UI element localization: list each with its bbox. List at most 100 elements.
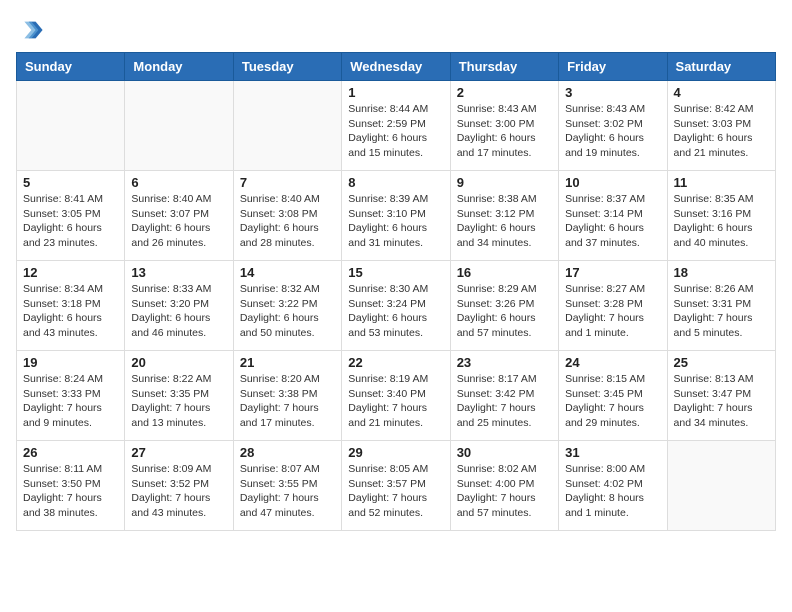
day-info: Sunrise: 8:35 AM Sunset: 3:16 PM Dayligh… bbox=[674, 192, 769, 251]
calendar-cell: 26Sunrise: 8:11 AM Sunset: 3:50 PM Dayli… bbox=[17, 441, 125, 531]
header bbox=[16, 16, 776, 44]
day-number: 16 bbox=[457, 265, 552, 280]
weekday-header-thursday: Thursday bbox=[450, 53, 558, 81]
calendar-cell: 15Sunrise: 8:30 AM Sunset: 3:24 PM Dayli… bbox=[342, 261, 450, 351]
day-number: 17 bbox=[565, 265, 660, 280]
day-number: 22 bbox=[348, 355, 443, 370]
calendar-cell: 12 Sunrise: 8:34 AM Sunset: 3:18 PM Dayli… bbox=[17, 261, 125, 351]
calendar-cell: 17 Sunrise: 8:27 AM Sunset: 3:28 PM Dayli… bbox=[559, 261, 667, 351]
day-info: Sunrise: 8:15 AM Sunset: 3:45 PM Dayligh… bbox=[565, 372, 660, 431]
calendar-cell: 30Sunrise: 8:02 AM Sunset: 4:00 PM Dayli… bbox=[450, 441, 558, 531]
week-row-1: 1 Sunrise: 8:44 AM Sunset: 2:59 PM Daylig… bbox=[17, 81, 776, 171]
day-number: 5 bbox=[23, 175, 118, 190]
day-number: 6 bbox=[131, 175, 226, 190]
calendar-cell: 10Sunrise: 8:37 AM Sunset: 3:14 PM Dayli… bbox=[559, 171, 667, 261]
day-info: Sunrise: 8:17 AM Sunset: 3:42 PM Dayligh… bbox=[457, 372, 552, 431]
day-number: 20 bbox=[131, 355, 226, 370]
calendar-cell bbox=[233, 81, 341, 171]
weekday-header-wednesday: Wednesday bbox=[342, 53, 450, 81]
day-info: Sunrise: 8:38 AM Sunset: 3:12 PM Dayligh… bbox=[457, 192, 552, 251]
day-number: 1 bbox=[348, 85, 443, 100]
day-info: Sunrise: 8:40 AM Sunset: 3:07 PM Dayligh… bbox=[131, 192, 226, 251]
day-info: Sunrise: 8:37 AM Sunset: 3:14 PM Dayligh… bbox=[565, 192, 660, 251]
calendar-cell: 16 Sunrise: 8:29 AM Sunset: 3:26 PM Dayli… bbox=[450, 261, 558, 351]
day-info: Sunrise: 8:44 AM Sunset: 2:59 PM Dayligh… bbox=[348, 102, 443, 161]
calendar-cell: 2Sunrise: 8:43 AM Sunset: 3:00 PM Daylig… bbox=[450, 81, 558, 171]
day-info: Sunrise: 8:33 AM Sunset: 3:20 PM Dayligh… bbox=[131, 282, 226, 341]
day-info: Sunrise: 8:24 AM Sunset: 3:33 PM Dayligh… bbox=[23, 372, 118, 431]
calendar-cell: 9 Sunrise: 8:38 AM Sunset: 3:12 PM Daylig… bbox=[450, 171, 558, 261]
day-number: 31 bbox=[565, 445, 660, 460]
calendar-cell: 14Sunrise: 8:32 AM Sunset: 3:22 PM Dayli… bbox=[233, 261, 341, 351]
day-number: 12 bbox=[23, 265, 118, 280]
day-info: Sunrise: 8:39 AM Sunset: 3:10 PM Dayligh… bbox=[348, 192, 443, 251]
day-info: Sunrise: 8:42 AM Sunset: 3:03 PM Dayligh… bbox=[674, 102, 769, 161]
calendar-cell: 25 Sunrise: 8:13 AM Sunset: 3:47 PM Dayli… bbox=[667, 351, 775, 441]
day-info: Sunrise: 8:20 AM Sunset: 3:38 PM Dayligh… bbox=[240, 372, 335, 431]
weekday-header-tuesday: Tuesday bbox=[233, 53, 341, 81]
calendar-table: SundayMondayTuesdayWednesdayThursdayFrid… bbox=[16, 52, 776, 531]
day-number: 27 bbox=[131, 445, 226, 460]
calendar-cell: 29Sunrise: 8:05 AM Sunset: 3:57 PM Dayli… bbox=[342, 441, 450, 531]
week-row-5: 26Sunrise: 8:11 AM Sunset: 3:50 PM Dayli… bbox=[17, 441, 776, 531]
day-number: 13 bbox=[131, 265, 226, 280]
calendar-cell: 23 Sunrise: 8:17 AM Sunset: 3:42 PM Dayli… bbox=[450, 351, 558, 441]
calendar-cell: 28Sunrise: 8:07 AM Sunset: 3:55 PM Dayli… bbox=[233, 441, 341, 531]
day-info: Sunrise: 8:43 AM Sunset: 3:02 PM Dayligh… bbox=[565, 102, 660, 161]
day-number: 19 bbox=[23, 355, 118, 370]
calendar-cell: 27 Sunrise: 8:09 AM Sunset: 3:52 PM Dayli… bbox=[125, 441, 233, 531]
calendar-cell: 22 Sunrise: 8:19 AM Sunset: 3:40 PM Dayli… bbox=[342, 351, 450, 441]
day-info: Sunrise: 8:27 AM Sunset: 3:28 PM Dayligh… bbox=[565, 282, 660, 341]
day-number: 30 bbox=[457, 445, 552, 460]
week-row-4: 19 Sunrise: 8:24 AM Sunset: 3:33 PM Dayli… bbox=[17, 351, 776, 441]
day-number: 11 bbox=[674, 175, 769, 190]
calendar-cell bbox=[667, 441, 775, 531]
calendar-cell: 5 Sunrise: 8:41 AM Sunset: 3:05 PM Daylig… bbox=[17, 171, 125, 261]
calendar-cell: 4Sunrise: 8:42 AM Sunset: 3:03 PM Daylig… bbox=[667, 81, 775, 171]
day-number: 21 bbox=[240, 355, 335, 370]
day-number: 24 bbox=[565, 355, 660, 370]
calendar-cell: 20Sunrise: 8:22 AM Sunset: 3:35 PM Dayli… bbox=[125, 351, 233, 441]
weekday-header-friday: Friday bbox=[559, 53, 667, 81]
calendar-cell: 6 Sunrise: 8:40 AM Sunset: 3:07 PM Daylig… bbox=[125, 171, 233, 261]
calendar-cell: 31Sunrise: 8:00 AM Sunset: 4:02 PM Dayli… bbox=[559, 441, 667, 531]
day-info: Sunrise: 8:09 AM Sunset: 3:52 PM Dayligh… bbox=[131, 462, 226, 521]
day-info: Sunrise: 8:26 AM Sunset: 3:31 PM Dayligh… bbox=[674, 282, 769, 341]
calendar-cell: 3 Sunrise: 8:43 AM Sunset: 3:02 PM Daylig… bbox=[559, 81, 667, 171]
calendar-cell: 24 Sunrise: 8:15 AM Sunset: 3:45 PM Dayli… bbox=[559, 351, 667, 441]
calendar-cell: 19 Sunrise: 8:24 AM Sunset: 3:33 PM Dayli… bbox=[17, 351, 125, 441]
day-info: Sunrise: 8:11 AM Sunset: 3:50 PM Dayligh… bbox=[23, 462, 118, 521]
calendar-cell: 1 Sunrise: 8:44 AM Sunset: 2:59 PM Daylig… bbox=[342, 81, 450, 171]
day-info: Sunrise: 8:43 AM Sunset: 3:00 PM Dayligh… bbox=[457, 102, 552, 161]
day-info: Sunrise: 8:19 AM Sunset: 3:40 PM Dayligh… bbox=[348, 372, 443, 431]
day-number: 23 bbox=[457, 355, 552, 370]
day-info: Sunrise: 8:41 AM Sunset: 3:05 PM Dayligh… bbox=[23, 192, 118, 251]
day-info: Sunrise: 8:13 AM Sunset: 3:47 PM Dayligh… bbox=[674, 372, 769, 431]
calendar-cell bbox=[125, 81, 233, 171]
day-info: Sunrise: 8:34 AM Sunset: 3:18 PM Dayligh… bbox=[23, 282, 118, 341]
weekday-header-sunday: Sunday bbox=[17, 53, 125, 81]
day-info: Sunrise: 8:29 AM Sunset: 3:26 PM Dayligh… bbox=[457, 282, 552, 341]
week-row-3: 12 Sunrise: 8:34 AM Sunset: 3:18 PM Dayli… bbox=[17, 261, 776, 351]
calendar-cell: 21 Sunrise: 8:20 AM Sunset: 3:38 PM Dayli… bbox=[233, 351, 341, 441]
day-number: 18 bbox=[674, 265, 769, 280]
day-number: 7 bbox=[240, 175, 335, 190]
day-number: 3 bbox=[565, 85, 660, 100]
day-number: 25 bbox=[674, 355, 769, 370]
week-row-2: 5 Sunrise: 8:41 AM Sunset: 3:05 PM Daylig… bbox=[17, 171, 776, 261]
day-info: Sunrise: 8:40 AM Sunset: 3:08 PM Dayligh… bbox=[240, 192, 335, 251]
day-number: 9 bbox=[457, 175, 552, 190]
logo bbox=[16, 16, 48, 44]
day-number: 14 bbox=[240, 265, 335, 280]
day-info: Sunrise: 8:05 AM Sunset: 3:57 PM Dayligh… bbox=[348, 462, 443, 521]
logo-icon bbox=[16, 16, 44, 44]
calendar-cell: 8 Sunrise: 8:39 AM Sunset: 3:10 PM Daylig… bbox=[342, 171, 450, 261]
calendar-cell: 18 Sunrise: 8:26 AM Sunset: 3:31 PM Dayli… bbox=[667, 261, 775, 351]
calendar-cell: 13 Sunrise: 8:33 AM Sunset: 3:20 PM Dayli… bbox=[125, 261, 233, 351]
day-number: 15 bbox=[348, 265, 443, 280]
calendar-cell: 7 Sunrise: 8:40 AM Sunset: 3:08 PM Daylig… bbox=[233, 171, 341, 261]
weekday-header-saturday: Saturday bbox=[667, 53, 775, 81]
day-info: Sunrise: 8:07 AM Sunset: 3:55 PM Dayligh… bbox=[240, 462, 335, 521]
day-number: 8 bbox=[348, 175, 443, 190]
calendar-cell bbox=[17, 81, 125, 171]
